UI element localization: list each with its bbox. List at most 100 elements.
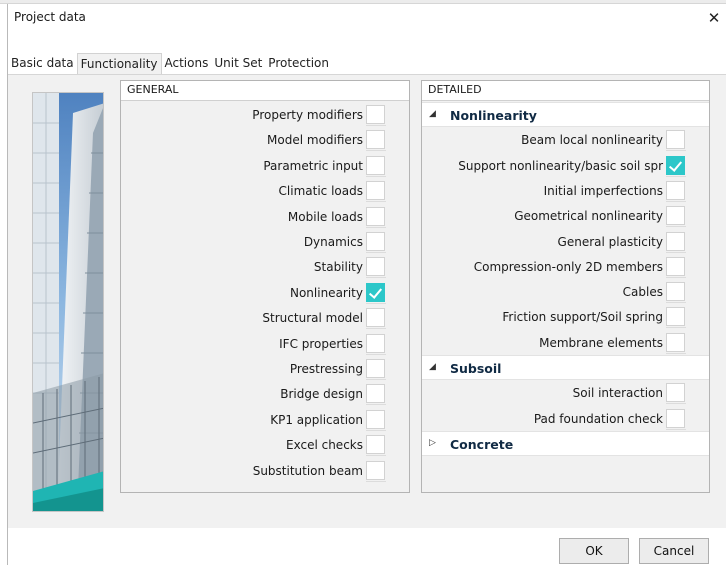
detailed-row-soil-interaction[interactable]: Soil interaction	[422, 380, 709, 405]
checkbox-parametric-input[interactable]	[366, 155, 385, 175]
general-row-label: Model modifiers	[267, 133, 363, 148]
general-row-structural-model[interactable]: Structural model	[121, 305, 409, 330]
detailed-row-label: Membrane elements	[539, 335, 663, 350]
general-row-label: Property modifiers	[252, 108, 363, 122]
building-illustration	[32, 92, 104, 512]
group-title: Subsoil	[450, 361, 502, 376]
checkbox-support-nonlinearity-basic-soil-spr[interactable]	[666, 155, 685, 175]
checkbox-geometrical-nonlinearity[interactable]	[666, 206, 685, 226]
cancel-button[interactable]: Cancel	[639, 538, 709, 564]
row-divider	[366, 175, 386, 177]
general-row-property-modifiers[interactable]: Property modifiers	[121, 102, 409, 127]
general-row-label: Climatic loads	[278, 184, 363, 199]
title-bar: Project data ✕	[8, 4, 726, 36]
general-row-stability[interactable]: Stability	[121, 254, 409, 279]
detailed-row-general-plasticity[interactable]: General plasticity	[422, 229, 709, 254]
checkbox-general-plasticity[interactable]	[666, 231, 685, 251]
group-concrete[interactable]: ▷ Concrete	[422, 430, 709, 456]
detailed-row-label: Soil interaction	[572, 386, 663, 401]
checkbox-beam-local-nonlinearity[interactable]	[666, 130, 685, 150]
checkbox-excel-checks[interactable]	[366, 435, 385, 455]
tab-actions[interactable]: Actions	[162, 53, 212, 75]
general-row-label: KP1 application	[270, 412, 363, 427]
general-row-bridge-design[interactable]: Bridge design	[121, 381, 409, 406]
checkbox-nonlinearity[interactable]	[366, 282, 385, 302]
checkbox-structural-model[interactable]	[366, 308, 385, 328]
detailed-row-friction-support-soil-spring[interactable]: Friction support/Soil spring	[422, 304, 709, 329]
general-row-prestressing[interactable]: Prestressing	[121, 356, 409, 381]
checkbox-friction-support-soil-spring[interactable]	[666, 307, 685, 327]
group-subsoil[interactable]: ◢ Subsoil	[422, 355, 709, 380]
checkbox-dynamics[interactable]	[366, 232, 385, 251]
checkbox-substitution-beam[interactable]	[366, 460, 385, 480]
collapse-arrow-icon[interactable]: ◢	[429, 362, 436, 372]
row-divider	[366, 328, 386, 330]
row-divider	[366, 480, 386, 482]
row-divider	[666, 150, 686, 152]
general-row-ifc-properties[interactable]: IFC properties	[121, 331, 409, 356]
checkbox-climatic-loads[interactable]	[366, 181, 385, 201]
detailed-row-label: Compression-only 2D members	[473, 259, 663, 274]
detailed-row-geometrical-nonlinearity[interactable]: Geometrical nonlinearity	[422, 203, 709, 228]
detailed-panel-header: DETAILED	[422, 81, 709, 101]
checkbox-mobile-loads[interactable]	[366, 206, 385, 226]
checkbox-compression-only-2d-members[interactable]	[666, 256, 685, 276]
row-divider	[366, 429, 386, 431]
row-divider	[666, 327, 686, 329]
checkbox-ifc-properties[interactable]	[366, 333, 385, 353]
detailed-row-label: Friction support/Soil spring	[502, 310, 663, 325]
checkbox-soil-interaction[interactable]	[666, 383, 685, 403]
checkbox-property-modifiers[interactable]	[366, 105, 385, 124]
row-divider	[366, 353, 386, 355]
tab-basic-data[interactable]: Basic data	[8, 53, 77, 75]
general-row-model-modifiers[interactable]: Model modifiers	[121, 127, 409, 152]
expand-arrow-icon[interactable]: ▷	[429, 438, 436, 448]
detailed-row-support-nonlinearity-basic-soil-spr[interactable]: Support nonlinearity/basic soil spr	[422, 153, 709, 178]
detailed-row-compression-only-2d-members[interactable]: Compression-only 2D members	[422, 254, 709, 279]
general-row-excel-checks[interactable]: Excel checks	[121, 432, 409, 457]
general-panel: GENERAL Property modifiers Model modifier…	[120, 80, 410, 493]
general-row-parametric-input[interactable]: Parametric input	[121, 153, 409, 178]
ok-button[interactable]: OK	[559, 538, 629, 564]
row-divider	[366, 404, 386, 406]
tab-protection[interactable]: Protection	[265, 53, 332, 75]
tab-functionality[interactable]: Functionality	[76, 53, 162, 75]
checkbox-cables[interactable]	[666, 282, 685, 302]
detailed-row-label: Support nonlinearity/basic soil spr	[458, 158, 663, 173]
tab-unit-set[interactable]: Unit Set	[211, 53, 265, 75]
detailed-row-initial-imperfections[interactable]: Initial imperfections	[422, 178, 709, 203]
tab-bar: Basic data Functionality Actions Unit Se…	[8, 53, 332, 75]
checkbox-kp1-application[interactable]	[366, 409, 385, 429]
detailed-row-pad-foundation-check[interactable]: Pad foundation check	[422, 406, 709, 431]
detailed-row-cables[interactable]: Cables	[422, 279, 709, 304]
row-divider	[366, 277, 386, 279]
detailed-row-membrane-elements[interactable]: Membrane elements	[422, 330, 709, 355]
row-divider	[666, 175, 686, 177]
button-bar: OK Cancel	[8, 528, 726, 565]
general-row-kp1-application[interactable]: KP1 application	[121, 407, 409, 432]
checkbox-model-modifiers[interactable]	[366, 130, 385, 150]
general-row-label: Bridge design	[280, 387, 363, 402]
general-row-mobile-loads[interactable]: Mobile loads	[121, 204, 409, 229]
checkbox-membrane-elements[interactable]	[666, 332, 685, 352]
row-divider	[666, 403, 686, 405]
group-nonlinearity[interactable]: ◢ Nonlinearity	[422, 102, 709, 127]
checkbox-bridge-design[interactable]	[366, 384, 385, 404]
project-data-dialog: Project data ✕ Basic data Functionality …	[7, 4, 726, 565]
close-icon[interactable]: ✕	[703, 7, 725, 29]
checkbox-stability[interactable]	[366, 257, 385, 277]
general-row-label: Substitution beam	[252, 463, 363, 478]
checkbox-pad-foundation-check[interactable]	[666, 408, 685, 428]
general-row-label: Stability	[313, 260, 363, 275]
general-row-climatic-loads[interactable]: Climatic loads	[121, 178, 409, 203]
general-row-substitution-beam[interactable]: Substitution beam	[121, 458, 409, 483]
detailed-row-label: Beam local nonlinearity	[521, 133, 663, 148]
checkbox-prestressing[interactable]	[366, 359, 385, 378]
detailed-row-label: Initial imperfections	[543, 183, 663, 198]
general-row-label: Prestressing	[289, 362, 363, 376]
detailed-row-beam-local-nonlinearity[interactable]: Beam local nonlinearity	[422, 127, 709, 152]
general-row-nonlinearity[interactable]: Nonlinearity	[121, 280, 409, 305]
collapse-arrow-icon[interactable]: ◢	[429, 109, 436, 119]
general-row-dynamics[interactable]: Dynamics	[121, 229, 409, 254]
checkbox-initial-imperfections[interactable]	[666, 180, 685, 200]
